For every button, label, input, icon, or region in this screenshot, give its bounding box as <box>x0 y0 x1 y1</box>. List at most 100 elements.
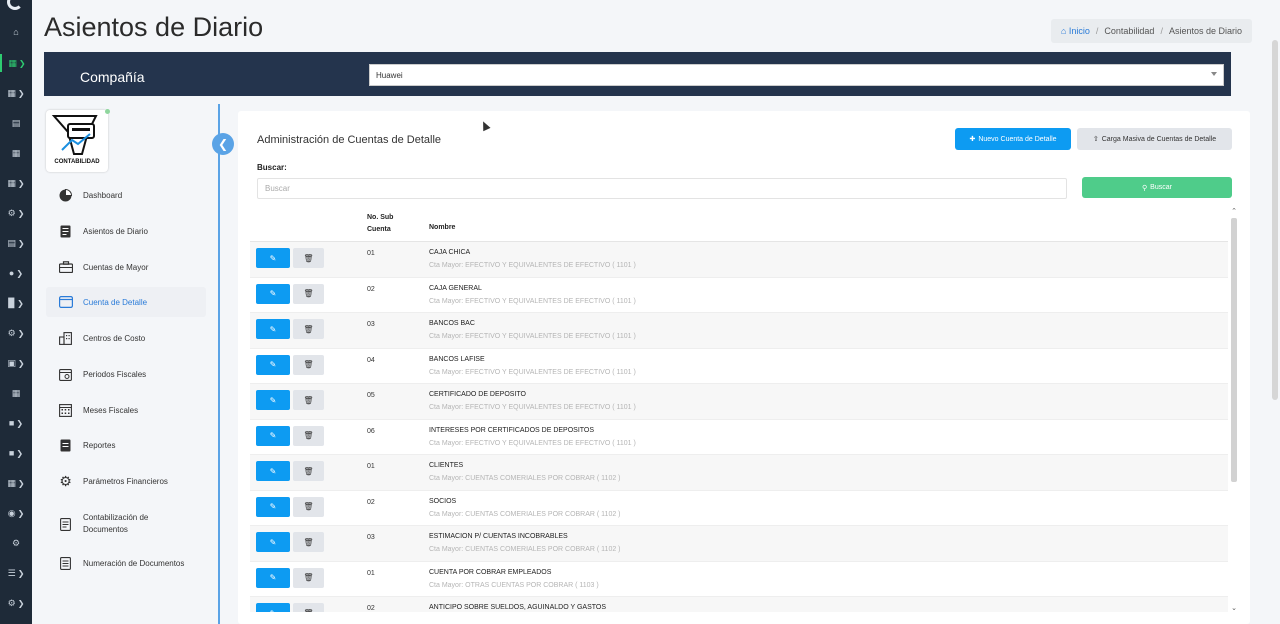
rail-cart-menu-2[interactable]: ▦ ❯ <box>0 84 32 102</box>
network-icon: ⚙ <box>7 207 16 218</box>
scrollbar-thumb[interactable] <box>1231 218 1237 482</box>
rail-network-menu[interactable]: ⚙ ❯ <box>0 204 32 222</box>
delete-button[interactable]: 🗑 <box>293 283 324 304</box>
delete-button[interactable]: 🗑 <box>293 603 324 612</box>
cell-name: CAJA CHICA <box>429 249 471 256</box>
rail-users-menu[interactable]: ● ❯ <box>0 264 32 282</box>
rail-document[interactable]: ▤ <box>0 114 32 132</box>
sidebar-item-label: Contabilización de Documentos <box>83 513 149 534</box>
rail-list-menu[interactable]: ☰ ❯ <box>0 564 32 582</box>
new-detail-account-button[interactable]: ✚ Nuevo Cuenta de Detalle <box>955 128 1071 150</box>
trash-icon: 🗑 <box>303 573 314 582</box>
rail-network[interactable]: ⚙ <box>0 534 32 552</box>
delete-button[interactable]: 🗑 <box>293 567 324 588</box>
rail-calendar[interactable]: ▦ <box>0 144 32 162</box>
sidebar-item-periodos-fiscales[interactable]: Periodos Fiscales <box>46 359 206 389</box>
bulk-upload-button[interactable]: ⇧ Carga Masiva de Cuentas de Detalle <box>1077 128 1232 150</box>
sidebar: CONTABILIDAD Dashboard Asientos de Diari… <box>44 104 220 624</box>
sidebar-item-numeracion-documentos[interactable]: Numeración de Documentos <box>46 548 206 578</box>
company-select[interactable]: Huawei <box>369 64 1224 86</box>
sidebar-item-centros-costo[interactable]: Centros de Costo <box>46 323 206 353</box>
sidebar-item-label: Parámetros Financieros <box>83 476 168 486</box>
rail-table-menu[interactable]: ▦ ❯ <box>0 474 32 492</box>
app-logo-icon[interactable] <box>7 0 23 10</box>
scroll-down-icon[interactable]: ⌄ <box>1230 604 1238 612</box>
edit-button[interactable]: ✎ <box>256 496 290 517</box>
table-row: ✎ 🗑 01 CUENTA POR COBRAR EMPLEADOS Cta M… <box>250 562 1228 597</box>
edit-button[interactable]: ✎ <box>256 390 290 410</box>
edit-icon: ✎ <box>270 609 277 613</box>
edit-button[interactable]: ✎ <box>256 567 290 588</box>
edit-icon: ✎ <box>269 360 277 369</box>
detail-accounts-card: Administración de Cuentas de Detalle ✚ N… <box>238 111 1250 624</box>
delete-button[interactable]: 🗑 <box>293 319 324 339</box>
edit-button[interactable]: ✎ <box>256 603 290 612</box>
edit-icon: ✎ <box>269 395 277 405</box>
page-scrollbar[interactable] <box>1272 40 1278 400</box>
sidebar-item-label: Asientos de Diario <box>83 226 148 236</box>
sidebar-item-parametros-financieros[interactable]: ⚙ Parámetros Financieros <box>46 466 206 496</box>
home-icon[interactable]: ⌂ <box>0 23 32 41</box>
column-header-number: No. Sub Cuenta <box>367 214 394 233</box>
delete-button[interactable]: 🗑 <box>293 532 324 552</box>
cell-number: 04 <box>367 356 375 364</box>
delete-button[interactable]: 🗑 <box>293 461 324 481</box>
rail-briefcase-menu[interactable]: ▣ ❯ <box>0 354 32 372</box>
scroll-up-icon[interactable]: ⌃ <box>1230 207 1238 215</box>
rail-network-menu-2[interactable]: ⚙ ❯ <box>0 594 32 612</box>
chevron-right-icon: ❯ <box>17 568 25 578</box>
edit-button[interactable]: ✎ <box>256 425 290 446</box>
edit-button[interactable]: ✎ <box>256 354 290 375</box>
cell-parent-account: Cta Mayor: EFECTIVO Y EQUIVALENTES DE EF… <box>429 368 636 376</box>
calendar-icon <box>58 368 73 381</box>
cell-parent-account: Cta Mayor: EFECTIVO Y EQUIVALENTES DE EF… <box>429 297 636 305</box>
delete-button[interactable]: 🗑 <box>293 390 324 410</box>
cell-parent-account: Cta Mayor: CUENTAS COMERIALES POR COBRAR… <box>429 510 621 518</box>
sidebar-item-label: Cuentas de Mayor <box>83 262 149 272</box>
edit-button[interactable]: ✎ <box>256 248 290 268</box>
cart-icon: ▦ <box>11 387 21 398</box>
sidebar-item-dashboard[interactable]: Dashboard <box>46 180 206 210</box>
rail-settings-menu[interactable]: ⚙ ❯ <box>0 324 32 342</box>
edit-button[interactable]: ✎ <box>256 283 290 304</box>
table-row: ✎ 🗑 05 CERTIFICADO DE DEPOSITO Cta Mayor… <box>250 384 1228 420</box>
table-scrollbar[interactable]: ⌃ ⌄ <box>1230 207 1238 612</box>
sidebar-item-meses-fiscales[interactable]: Meses Fiscales <box>46 395 206 425</box>
search-input[interactable] <box>257 178 1067 199</box>
breadcrumb-item-contabilidad[interactable]: Contabilidad <box>1104 26 1154 36</box>
chevron-right-icon: ❯ <box>17 298 24 308</box>
sidebar-item-asientos[interactable]: Asientos de Diario <box>46 216 206 246</box>
breadcrumb-home[interactable]: ⌂ Inicio <box>1061 26 1090 36</box>
rail-chart-menu[interactable]: ▉ ❯ <box>0 294 32 312</box>
rail-report-menu[interactable]: ▤ ❯ <box>0 234 32 252</box>
edit-button[interactable]: ✎ <box>256 461 290 481</box>
delete-button[interactable]: 🗑 <box>293 248 324 268</box>
rail-lock-menu-2[interactable]: ■ ❯ <box>0 444 32 462</box>
delete-button[interactable]: 🗑 <box>293 496 324 517</box>
search-button[interactable]: ⚲ Buscar <box>1082 177 1232 198</box>
delete-button[interactable]: 🗑 <box>293 354 324 375</box>
edit-button[interactable]: ✎ <box>256 532 290 552</box>
rail-lock-menu[interactable]: ■ ❯ <box>0 414 32 432</box>
sidebar-item-contabilizacion-documentos[interactable]: Contabilización de Documentos <box>46 507 206 541</box>
sidebar-item-reportes[interactable]: Reportes <box>46 430 206 460</box>
sidebar-item-label: Cuenta de Detalle <box>83 297 148 307</box>
edit-button[interactable]: ✎ <box>256 319 290 339</box>
chevron-right-icon: ❯ <box>17 208 25 218</box>
rail-cart[interactable]: ▦ <box>0 384 32 402</box>
delete-button[interactable]: 🗑 <box>293 425 324 446</box>
sidebar-item-cuentas-mayor[interactable]: Cuentas de Mayor <box>46 252 206 282</box>
chevron-right-icon: ❯ <box>18 58 26 68</box>
lock-icon: ■ <box>8 448 15 458</box>
sidebar-item-cuenta-detalle[interactable]: Cuenta de Detalle <box>46 287 206 317</box>
sidebar-collapse-button[interactable]: ❮ <box>212 133 234 155</box>
cell-number: 06 <box>367 427 375 435</box>
table-row: ✎ 🗑 01 CLIENTES Cta Mayor: CUENTAS COMER… <box>250 455 1228 491</box>
cell-name: CUENTA POR COBRAR EMPLEADOS <box>429 568 552 576</box>
rail-cart-menu-3[interactable]: ▦ ❯ <box>0 174 32 192</box>
sidebar-item-label: Meses Fiscales <box>83 405 139 415</box>
rail-location-menu[interactable]: ◉ ❯ <box>0 504 32 522</box>
chevron-right-icon: ❯ <box>16 418 24 428</box>
rail-cart-menu[interactable]: ▦ ❯ <box>0 54 32 72</box>
search-icon: ⚲ <box>1142 184 1148 192</box>
